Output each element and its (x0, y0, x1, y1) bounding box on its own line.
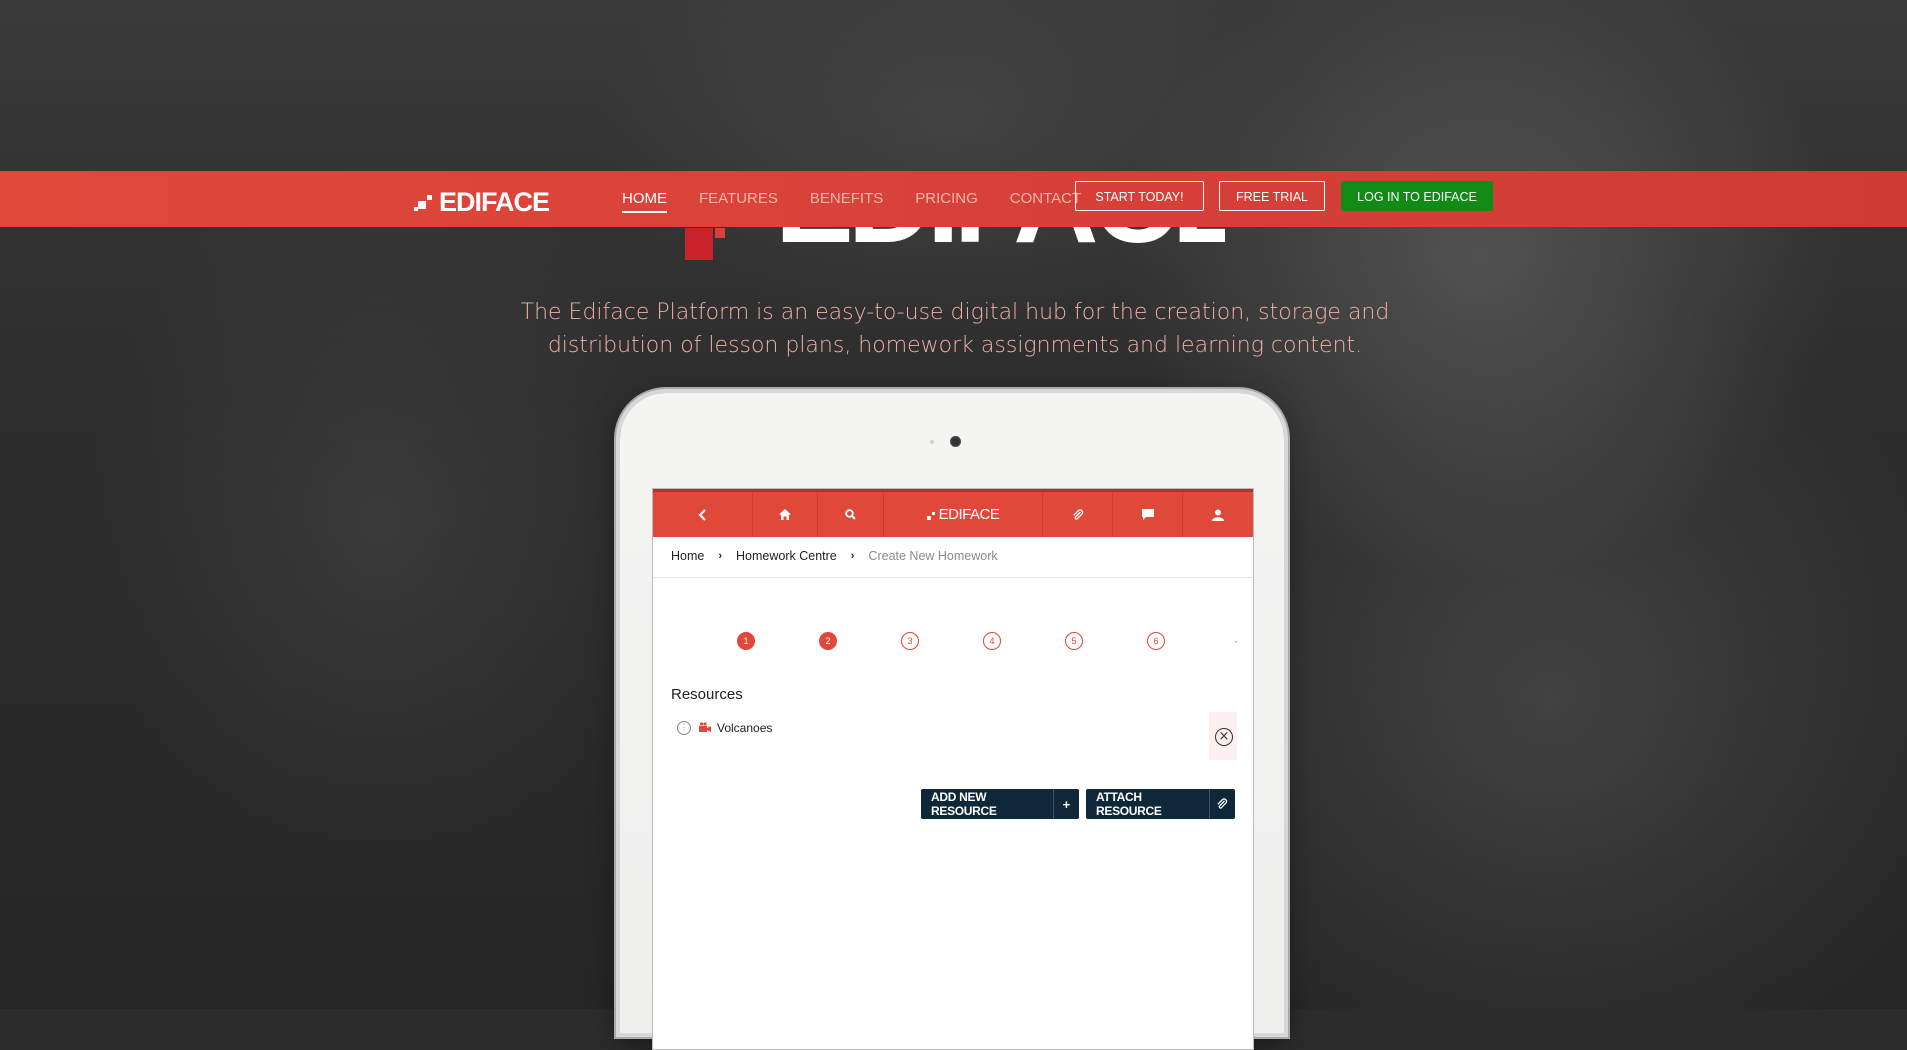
attach-resource-button[interactable]: ATTACH RESOURCE (1086, 789, 1235, 819)
nav-link-benefits[interactable]: BENEFITS (810, 190, 883, 213)
step-6[interactable]: 6 (1147, 632, 1165, 650)
resource-item[interactable]: ⋮ Volcanoes (677, 721, 772, 735)
remove-resource-area: × (1209, 712, 1237, 760)
nav-link-contact[interactable]: CONTACT (1010, 190, 1081, 213)
resource-name: Volcanoes (717, 721, 773, 735)
logo-mark-icon (414, 191, 436, 213)
nav-link-home[interactable]: HOME (622, 190, 667, 213)
hero-logo-mark (685, 228, 713, 260)
hero-tagline: The Ediface Platform is an easy-to-use d… (500, 296, 1410, 362)
tablet-screen: EDIFACE Home › Homework Centre › Create … (652, 488, 1254, 1050)
breadcrumb: Home › Homework Centre › Create New Home… (671, 549, 998, 563)
home-icon (779, 509, 791, 520)
user-button[interactable] (1183, 492, 1253, 537)
start-today-button[interactable]: START TODAY! (1075, 181, 1204, 211)
step-1[interactable]: 1 (737, 632, 755, 650)
chat-button[interactable] (1113, 492, 1183, 537)
back-button[interactable] (653, 492, 753, 537)
search-icon (845, 509, 856, 520)
nav-link-features[interactable]: FEATURES (699, 190, 778, 213)
search-button[interactable] (818, 492, 884, 537)
step-indicator: 1 2 3 4 5 6 (737, 632, 1253, 654)
drag-handle-icon[interactable]: ⋮ (677, 721, 691, 735)
tablet-camera-icon (950, 436, 961, 447)
chevron-right-icon: › (850, 550, 855, 562)
paperclip-icon (1072, 508, 1083, 520)
step-4[interactable]: 4 (983, 632, 1001, 650)
step-3[interactable]: 3 (901, 632, 919, 650)
add-new-resource-label: ADD NEW RESOURCE (931, 790, 997, 818)
step-overflow-dot (1235, 641, 1237, 643)
hero-logo-mark-accent (715, 228, 725, 238)
nav-logo[interactable]: EDIFACE (414, 187, 550, 217)
nav-links: HOME FEATURES BENEFITS PRICING CONTACT (622, 190, 1113, 213)
breadcrumb-homework-centre[interactable]: Homework Centre (736, 549, 837, 563)
app-logo-text: EDIFACE (938, 506, 1000, 523)
tagline-line-2: distribution of lesson plans, homework a… (547, 333, 1363, 358)
tablet-mockup: EDIFACE Home › Homework Centre › Create … (620, 393, 1284, 1050)
nav-link-pricing[interactable]: PRICING (915, 190, 978, 213)
top-navbar: EDIFACE HOME FEATURES BENEFITS PRICING C… (0, 171, 1907, 227)
breadcrumb-current: Create New Homework (868, 549, 998, 563)
breadcrumb-home[interactable]: Home (671, 549, 704, 563)
add-new-resource-button[interactable]: ADD NEW RESOURCE + (921, 789, 1079, 819)
attach-resource-label: ATTACH RESOURCE (1096, 790, 1162, 818)
chevron-left-icon (697, 508, 706, 521)
chevron-right-icon: › (718, 550, 723, 562)
video-icon (699, 721, 711, 735)
resources-heading: Resources (671, 686, 743, 703)
chat-icon (1141, 509, 1154, 520)
app-toolbar: EDIFACE (653, 489, 1253, 537)
app-logo[interactable]: EDIFACE (884, 492, 1043, 537)
attach-toolbar-button[interactable] (1043, 492, 1113, 537)
remove-resource-icon[interactable]: × (1215, 728, 1233, 746)
breadcrumb-divider (653, 577, 1253, 578)
step-2[interactable]: 2 (819, 632, 837, 650)
step-5[interactable]: 5 (1065, 632, 1083, 650)
free-trial-button[interactable]: FREE TRIAL (1219, 181, 1325, 211)
home-button[interactable] (753, 492, 818, 537)
tagline-line-1: The Ediface Platform is an easy-to-use d… (520, 300, 1390, 325)
tablet-sensor (930, 440, 934, 444)
app-logo-mark-icon (926, 511, 935, 520)
paperclip-icon (1208, 789, 1235, 819)
plus-icon: + (1052, 789, 1079, 819)
nav-logo-text: EDIFACE (439, 187, 550, 217)
user-icon (1212, 509, 1224, 521)
login-button[interactable]: LOG IN TO EDIFACE (1341, 181, 1493, 211)
